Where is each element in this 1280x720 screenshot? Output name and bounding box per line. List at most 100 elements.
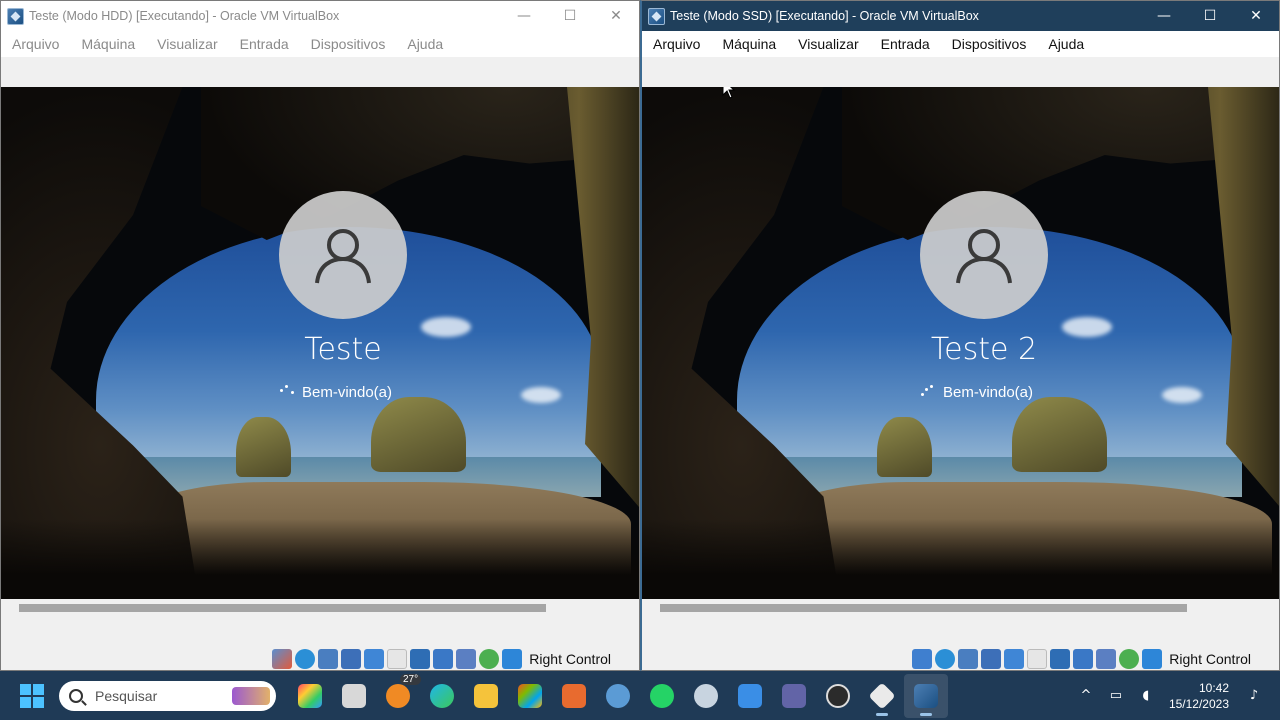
welcome-text: Bem-vindo(a) (942, 383, 1034, 401)
status-bar: Right Control (272, 647, 639, 670)
display-icon[interactable] (1050, 649, 1071, 669)
shared-folders-icon[interactable] (1027, 649, 1048, 669)
menu-visualizar[interactable]: Visualizar (798, 36, 858, 52)
close-button[interactable]: ✕ (593, 1, 639, 31)
optical-drive-icon[interactable] (935, 649, 956, 669)
weather-icon[interactable]: 27° (376, 673, 422, 718)
menu-arquivo[interactable]: Arquivo (653, 36, 700, 52)
windows-start-icon[interactable] (20, 683, 44, 708)
teams-icon[interactable] (772, 674, 816, 718)
minimize-button[interactable]: — (1141, 1, 1187, 31)
virtualbox-icon[interactable] (904, 673, 948, 718)
virtualbox-window-ssd[interactable]: Teste (Modo SSD) [Executando] - Oracle V… (640, 0, 1280, 671)
edge-icon[interactable] (420, 674, 464, 718)
virtualbox-icon (7, 7, 24, 25)
scrollbar-thumb[interactable] (660, 604, 1187, 612)
system-tray: ^ ▭ ◖ 10:42 15/12/2023 ♪ (1071, 671, 1280, 720)
window-title: Teste (Modo HDD) [Executando] - Oracle V… (29, 9, 340, 23)
hard-disk-icon[interactable] (272, 649, 293, 669)
chevron-up-icon[interactable]: ^ (1074, 684, 1098, 708)
hard-disk-icon[interactable] (912, 649, 933, 669)
menu-maquina[interactable]: Máquina (722, 36, 776, 52)
user-name: Teste (304, 332, 382, 367)
title-bar[interactable]: Teste (Modo SSD) [Executando] - Oracle V… (642, 1, 1279, 31)
vm-screen[interactable]: Teste 2 Bem-vindo(a) (642, 87, 1279, 599)
window-title: Teste (Modo SSD) [Executando] - Oracle V… (670, 9, 979, 23)
notifications-icon[interactable]: ♪ (1242, 684, 1266, 708)
explorer-icon[interactable] (464, 674, 508, 718)
scrollbar-thumb[interactable] (19, 604, 546, 612)
vt-x-icon[interactable] (1096, 649, 1117, 669)
loading-spinner-icon (919, 383, 937, 401)
user-avatar (920, 191, 1048, 319)
maximize-button[interactable]: ☐ (1187, 1, 1233, 31)
mouse-cursor-icon (722, 87, 736, 99)
virtualbox-icon (648, 7, 665, 25)
horizontal-scrollbar[interactable] (1, 599, 639, 617)
user-icon (315, 229, 371, 284)
virtualbox-window-hdd[interactable]: Teste (Modo HDD) [Executando] - Oracle V… (0, 0, 640, 671)
obs-icon[interactable] (816, 674, 860, 718)
virtualbox-box-icon[interactable] (860, 674, 904, 718)
search-input[interactable]: Pesquisar (59, 680, 276, 711)
desktop: Teste (Modo HDD) [Executando] - Oracle V… (0, 0, 1280, 720)
notepad-icon[interactable] (728, 674, 772, 718)
title-bar[interactable]: Teste (Modo HDD) [Executando] - Oracle V… (1, 1, 639, 31)
widgets-icon[interactable] (288, 674, 332, 718)
display-icon[interactable] (410, 649, 431, 669)
search-highlight-icon (232, 686, 270, 705)
host-key-label[interactable]: Right Control (529, 651, 611, 667)
media-player-icon[interactable] (552, 674, 596, 718)
mouse-integration-icon[interactable] (479, 649, 500, 669)
usb-icon[interactable] (1004, 649, 1025, 669)
menu-ajuda[interactable]: Ajuda (407, 36, 443, 52)
clock[interactable]: 10:42 15/12/2023 (1169, 680, 1229, 712)
search-icon (69, 688, 83, 703)
vm-screen[interactable]: Teste Bem-vindo(a) (1, 87, 639, 599)
network-icon[interactable] (981, 649, 1002, 669)
audio-icon[interactable] (318, 649, 339, 669)
mouse-integration-icon[interactable] (1119, 649, 1140, 669)
volume-icon[interactable]: ◖ (1134, 684, 1158, 708)
welcome-text: Bem-vindo(a) (301, 383, 393, 401)
shared-folders-icon[interactable] (387, 649, 408, 669)
clock-time: 10:42 (1198, 680, 1229, 695)
recording-icon[interactable] (1073, 649, 1094, 669)
menu-arquivo[interactable]: Arquivo (12, 36, 59, 52)
menu-visualizar[interactable]: Visualizar (157, 36, 217, 52)
whatsapp-icon[interactable] (640, 674, 684, 718)
audio-icon[interactable] (958, 649, 979, 669)
menu-entrada[interactable]: Entrada (881, 36, 930, 52)
usb-icon[interactable] (364, 649, 385, 669)
keyboard-capture-icon[interactable] (502, 649, 523, 669)
host-key-label[interactable]: Right Control (1169, 651, 1251, 667)
horizontal-scrollbar[interactable] (642, 599, 1279, 617)
menu-ajuda[interactable]: Ajuda (1048, 36, 1084, 52)
taskbar-apps: 27° (288, 673, 948, 718)
menu-bar: Arquivo Máquina Visualizar Entrada Dispo… (642, 31, 1279, 57)
menu-maquina[interactable]: Máquina (81, 36, 135, 52)
vt-x-icon[interactable] (456, 649, 477, 669)
search-placeholder: Pesquisar (95, 687, 158, 704)
settings-icon[interactable] (596, 674, 640, 718)
close-button[interactable]: ✕ (1233, 1, 1279, 31)
keyboard-capture-icon[interactable] (1142, 649, 1163, 669)
user-icon (956, 229, 1012, 284)
file-icon[interactable] (332, 674, 376, 718)
menu-dispositivos[interactable]: Dispositivos (952, 36, 1027, 52)
minimize-button[interactable]: — (501, 1, 547, 31)
status-bar: Right Control (912, 647, 1279, 670)
store-icon[interactable] (508, 674, 552, 718)
weather-badge: 27° (400, 673, 422, 685)
menu-dispositivos[interactable]: Dispositivos (311, 36, 386, 52)
user-avatar (279, 191, 407, 319)
dvd-icon[interactable] (684, 674, 728, 718)
network-icon[interactable] (341, 649, 362, 669)
menu-entrada[interactable]: Entrada (240, 36, 289, 52)
recording-icon[interactable] (433, 649, 454, 669)
maximize-button[interactable]: ☐ (547, 1, 593, 31)
user-name: Teste 2 (930, 332, 1038, 367)
optical-drive-icon[interactable] (295, 649, 316, 669)
taskbar: Pesquisar 27° ^ ▭ ◖ 10:42 15/12/2023 ♪ (0, 671, 1280, 720)
network-icon[interactable]: ▭ (1104, 684, 1128, 708)
